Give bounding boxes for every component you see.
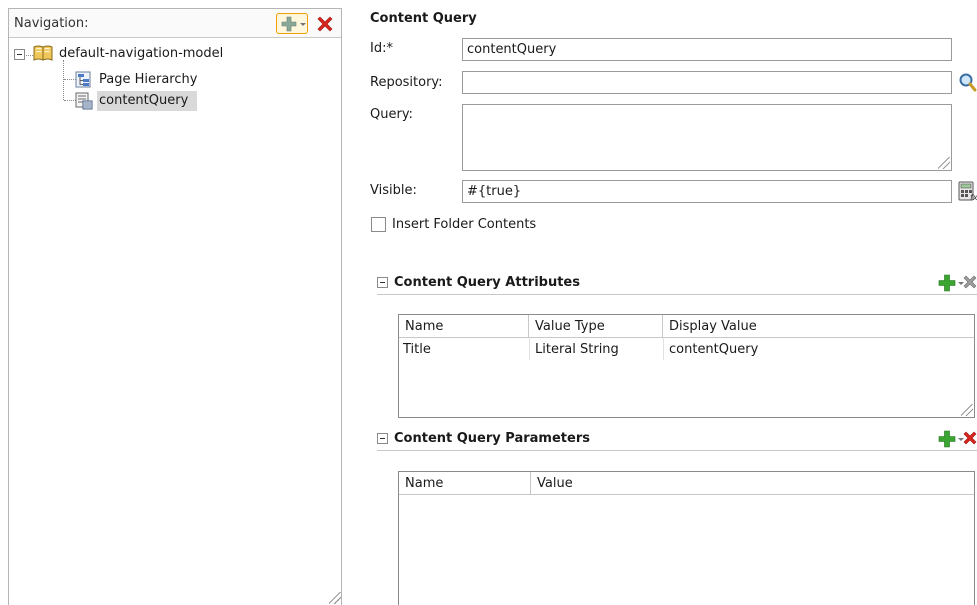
id-field[interactable]: contentQuery bbox=[462, 38, 952, 61]
attributes-section-header: Content Query Attributes bbox=[377, 273, 977, 295]
parameters-section-title: Content Query Parameters bbox=[394, 431, 590, 446]
column-header[interactable]: Value Type bbox=[529, 315, 663, 338]
attributes-section-title: Content Query Attributes bbox=[394, 275, 580, 290]
tree-item-label: Page Hierarchy bbox=[99, 72, 198, 87]
tree-item-label: default-navigation-model bbox=[59, 46, 224, 61]
column-header[interactable]: Display Value bbox=[663, 315, 974, 338]
resize-grip[interactable] bbox=[329, 592, 341, 604]
resize-grip[interactable] bbox=[938, 157, 950, 169]
search-icon[interactable] bbox=[958, 72, 977, 92]
book-icon bbox=[33, 45, 53, 61]
navigation-panel: Navigation: default-navigation-model Pag… bbox=[8, 8, 342, 605]
add-icon[interactable] bbox=[938, 274, 956, 292]
column-divider bbox=[529, 338, 530, 360]
navigation-header: Navigation: bbox=[9, 9, 341, 38]
cell-value-type: Literal String bbox=[535, 342, 619, 357]
cell-display-value: contentQuery bbox=[669, 342, 759, 357]
collapse-toggle[interactable] bbox=[377, 433, 388, 444]
query-textarea[interactable] bbox=[462, 104, 952, 171]
tree-item-root[interactable]: default-navigation-model bbox=[13, 44, 333, 64]
delete-icon[interactable] bbox=[962, 274, 977, 292]
resize-grip[interactable] bbox=[961, 404, 973, 416]
collapse-toggle[interactable] bbox=[14, 49, 25, 60]
svg-text:fx: fx bbox=[970, 193, 977, 202]
query-label: Query: bbox=[370, 107, 413, 122]
column-header[interactable]: Name bbox=[399, 315, 529, 338]
tree-item-content-query[interactable]: contentQuery bbox=[75, 91, 275, 111]
content-query-title: Content Query bbox=[370, 11, 477, 26]
column-header[interactable]: Value bbox=[531, 472, 974, 495]
tree-connector bbox=[63, 60, 64, 100]
repository-label: Repository: bbox=[370, 75, 443, 90]
chevron-down-icon bbox=[300, 23, 306, 26]
expression-builder-icon[interactable]: fx bbox=[958, 181, 977, 202]
collapse-toggle[interactable] bbox=[377, 277, 388, 288]
column-divider bbox=[663, 338, 664, 360]
add-icon bbox=[281, 16, 297, 32]
tree-item-label: contentQuery bbox=[99, 93, 189, 108]
navigation-tree: default-navigation-model Page Hierarchy … bbox=[9, 39, 341, 605]
delete-icon[interactable] bbox=[962, 430, 977, 448]
content-query-icon bbox=[75, 92, 93, 110]
navigation-title: Navigation: bbox=[14, 16, 89, 31]
parameters-table: Name Value bbox=[398, 471, 975, 605]
visible-label: Visible: bbox=[370, 183, 417, 198]
add-icon[interactable] bbox=[938, 430, 956, 448]
attributes-table: Name Value Type Display Value Title Lite… bbox=[398, 314, 975, 418]
visible-field[interactable]: #{true} bbox=[462, 180, 952, 203]
delete-icon[interactable] bbox=[315, 14, 335, 34]
insert-folder-label: Insert Folder Contents bbox=[392, 217, 537, 232]
id-label: Id:* bbox=[370, 41, 393, 56]
parameters-section-header: Content Query Parameters bbox=[377, 429, 977, 451]
cell-name: Title bbox=[403, 342, 431, 357]
insert-folder-checkbox[interactable] bbox=[371, 217, 386, 232]
add-navigation-button[interactable] bbox=[276, 13, 308, 34]
column-header[interactable]: Name bbox=[399, 472, 531, 495]
repository-field[interactable] bbox=[462, 71, 952, 94]
page-hierarchy-icon bbox=[75, 71, 91, 88]
tree-item-page-hierarchy[interactable]: Page Hierarchy bbox=[75, 70, 275, 90]
